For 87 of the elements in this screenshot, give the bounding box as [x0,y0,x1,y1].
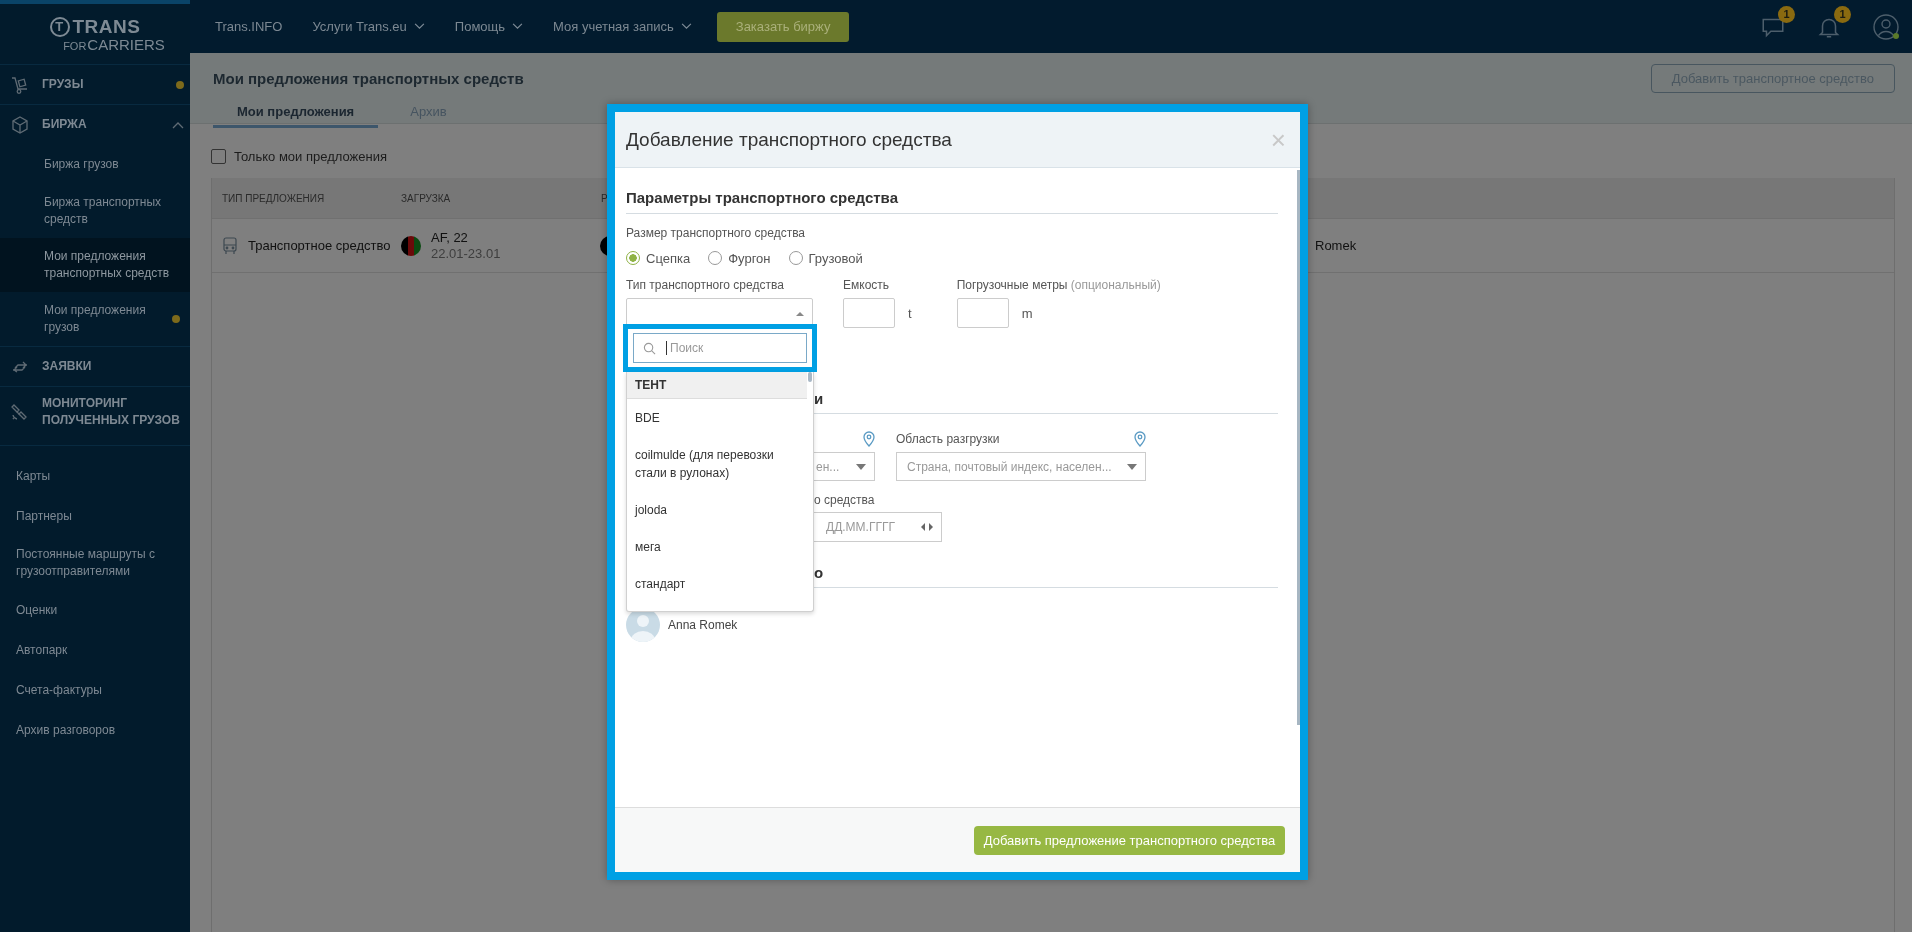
field-label: Погрузочные метры (опциональный) [956,278,1161,292]
sidebar-item[interactable]: Мои предложения грузов [0,292,190,346]
table-cell: Romek [1315,238,1357,253]
bus-icon [222,236,238,255]
dialog-title: Добавление транспортного средства [626,128,952,151]
item-label: Мои предложения грузов [44,302,147,336]
table-cell: Транспортное средство [248,238,391,253]
caret-icon [512,23,524,30]
sidebar-item[interactable]: Биржа грузов [0,144,190,184]
radio-label: Фургон [728,250,771,266]
sidebar-section[interactable]: ЗАЯВКИ [0,346,190,386]
radio-label: Сцепка [646,250,691,266]
location-pin-icon[interactable] [1134,431,1146,447]
unloading-area-select[interactable]: Страна, почтовый индекс, населен... [896,452,1146,481]
checkbox-label: Только мои предложения [234,148,387,164]
dropdown-option[interactable]: стандарт [627,565,813,602]
caret-icon [680,23,692,30]
field-label: Размер транспортного средства [626,226,807,240]
sidebar-section[interactable]: МОНИТОРИНГ ПОЛУЧЕННЫХ ГРУЗОВ [0,386,190,437]
sidebar-link[interactable]: Счета-фактуры [0,670,190,710]
radio-label: Грузовой [808,250,863,266]
date-field[interactable]: ДД.ММ.ГГГГ [814,512,942,542]
caret-icon [796,311,804,316]
option-group-header: ТЕНТ [627,372,807,399]
nav-link[interactable]: Помощь [454,19,524,34]
nav-link[interactable]: Trans.INFO [215,19,283,34]
sidebar-link[interactable]: Карты [0,456,190,496]
scrollbar-thumb[interactable] [808,372,812,382]
tab[interactable]: Мои предложения [213,100,379,128]
sidebar-item[interactable]: Биржа транспортных средств [0,184,190,238]
caret-icon [413,23,425,30]
page-title: Мои предложения транспортных средств [213,70,524,87]
table-cell-text: AF, 22 [431,229,469,246]
notification-badge: 1 [1778,5,1795,23]
dropdown-option[interactable]: BDE [627,399,813,436]
column-header: Р [601,192,608,204]
sidebar-section[interactable]: БИРЖА [0,104,190,144]
unit-label: t [908,305,912,321]
item-label: Биржа транспортных средств [44,194,163,228]
dropdown-option[interactable]: мега [627,528,813,565]
sidebar-link[interactable]: Постоянные маршруты с грузоотправителями [0,536,190,590]
search-field[interactable]: Поиск [633,333,807,363]
contact-name: Anna Romek [668,618,738,632]
sidebar-link[interactable]: Оценки [0,590,190,630]
sidebar-link[interactable]: Автопарк [0,630,190,670]
item-label: Биржа грузов [44,155,120,173]
unit-label: m [1021,305,1033,321]
flag-icon [401,235,421,256]
hand-truck-icon [10,74,30,95]
caret-icon [856,463,866,470]
nav-link[interactable]: Моя учетная запись [553,19,692,34]
sidebar-item[interactable]: Мои предложения транспортных средств [0,238,190,292]
field-label: Тип транспортного средства [626,278,785,292]
location-pin-icon[interactable] [863,431,875,447]
loading-meters-input[interactable] [956,298,1009,328]
sidebar-link[interactable]: Партнеры [0,496,190,536]
left-right-arrows-icon [921,523,933,531]
section-title: и [814,390,824,407]
dropdown-option[interactable]: coilmulde (для перевозки стали в рулонах) [627,436,813,491]
scrollbar[interactable] [1297,170,1300,725]
item-label: Мои предложения транспортных средств [44,248,171,282]
nav-link[interactable]: Услуги Trans.eu [312,19,425,34]
column-header: ЗАГРУЗКА [401,192,451,204]
column-header: ТИП ПРЕДЛОЖЕНИЯ [222,192,325,204]
radio-button[interactable] [626,251,640,265]
field-label: Область разгрузки [896,432,1000,446]
section-label: МОНИТОРИНГ ПОЛУЧЕННЫХ ГРУЗОВ [42,395,181,429]
capacity-input[interactable] [843,298,895,328]
search-icon [643,342,656,355]
loading-area-select[interactable]: ен... [814,452,875,481]
section-label: БИРЖА [42,116,88,133]
table-cell: 22.01-23.01 [431,245,501,262]
section-label: ЗАЯВКИ [42,358,93,375]
caret-icon [1127,463,1137,470]
field-label: Емкость [843,278,891,292]
cube-icon [10,114,30,135]
logo[interactable]: T TRANS FORCARRIERS [0,4,190,64]
sidebar-link[interactable]: Архив разговоров [0,710,190,750]
section-title: о [814,564,824,581]
checkbox[interactable] [211,148,226,164]
notification-dot [176,80,184,89]
user-icon[interactable] [1872,12,1900,41]
section-title: Параметры транспортного средства [626,189,1278,214]
field-label: о средства [814,493,876,507]
dropdown-option[interactable]: joloda [627,491,813,528]
notification-badge: 1 [1834,5,1851,23]
section-label: ГРУЗЫ [42,76,85,93]
